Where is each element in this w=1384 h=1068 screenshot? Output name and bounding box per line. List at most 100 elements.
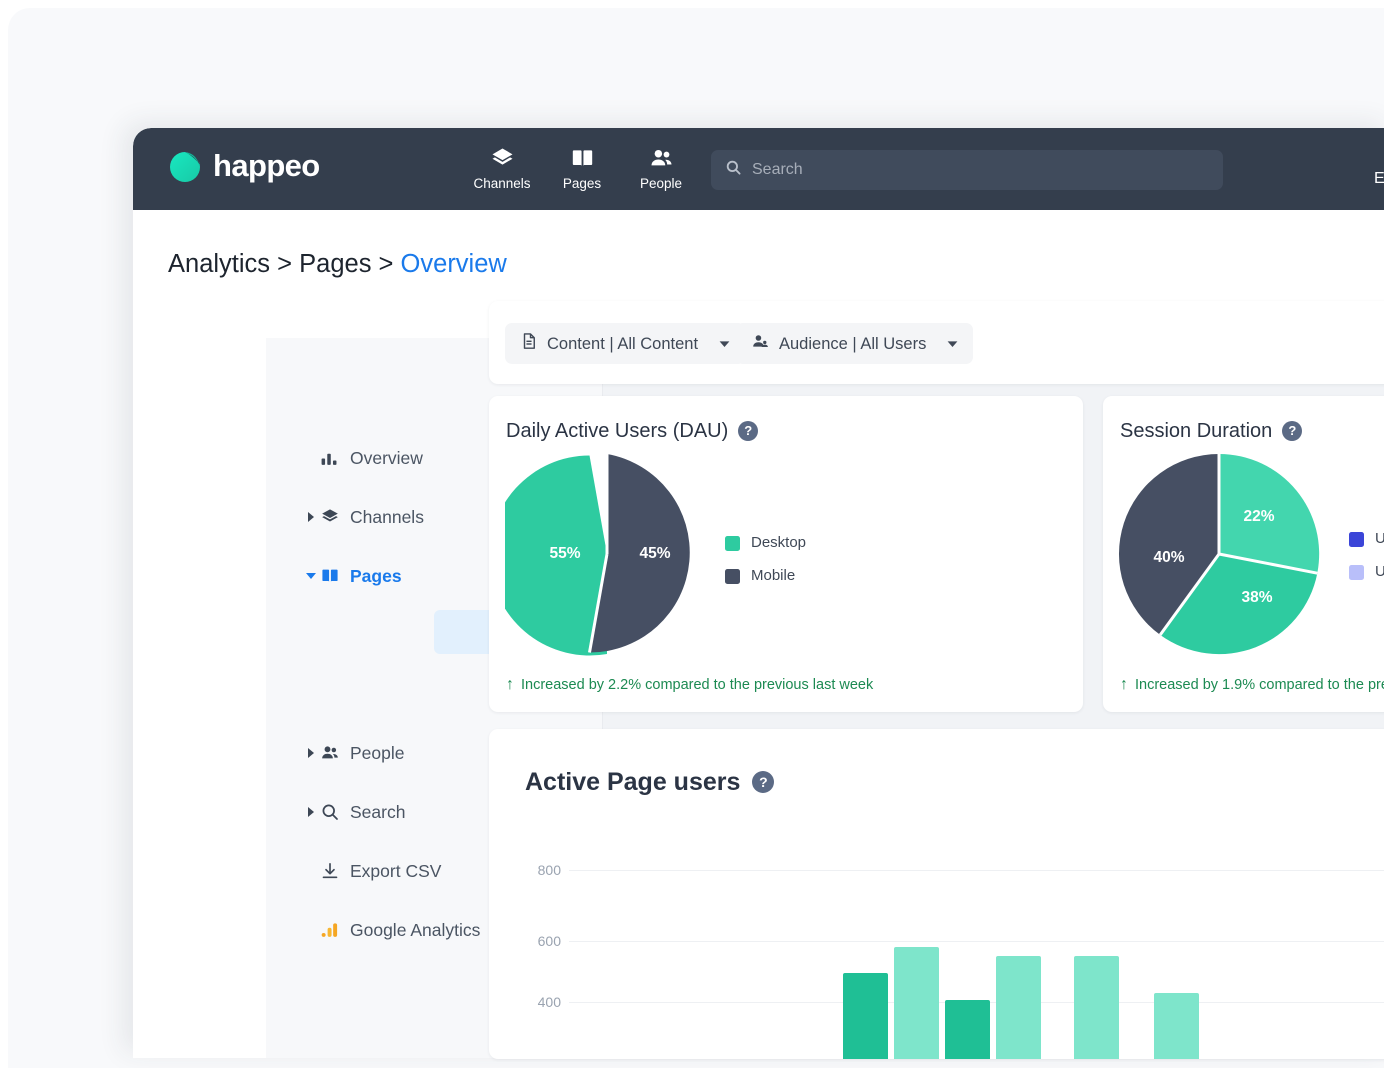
bar-1[interactable] (843, 973, 888, 1059)
help-icon[interactable]: ? (752, 771, 774, 793)
bar-4[interactable] (996, 956, 1041, 1059)
pie-slice-label-desktop: 55% (549, 545, 580, 563)
nav-item-people[interactable]: People (616, 146, 706, 191)
chevron-down-icon[interactable] (947, 335, 958, 353)
breadcrumb-separator: > (379, 250, 394, 278)
filter-audience-dropdown[interactable]: Audience | All Users (736, 323, 973, 364)
footnote-text: Increased by 1.9% compared to the prev (1135, 676, 1384, 694)
legend-swatch-desktop (725, 536, 740, 551)
card-title-text: Session Duration (1120, 418, 1272, 444)
brand-name: happeo (213, 149, 320, 183)
layers-icon (490, 146, 515, 171)
pie-chart-dau: 55% 45% (505, 452, 709, 656)
sidebar-item-label: Google Analytics (350, 919, 480, 941)
global-search[interactable] (711, 150, 1223, 190)
sidebar-item-label: Search (350, 801, 405, 823)
card-title-text: Active Page users (525, 767, 740, 797)
breadcrumb-separator: > (277, 250, 292, 278)
document-icon (520, 332, 538, 355)
y-axis-tick-600: 600 (525, 933, 561, 949)
sidebar-item-label: People (350, 742, 405, 764)
gridline-600 (569, 941, 1384, 942)
help-icon[interactable]: ? (738, 421, 758, 441)
bar-6[interactable] (1154, 993, 1199, 1059)
book-icon (570, 146, 595, 171)
nav-label: People (640, 176, 682, 191)
caret-down-icon[interactable] (302, 572, 320, 580)
caret-right-icon[interactable] (302, 512, 320, 522)
bar-3[interactable] (945, 1000, 990, 1059)
legend-swatch-1 (1349, 532, 1364, 547)
legend-label: Desktop (751, 534, 806, 552)
happeo-logo-icon (168, 149, 202, 183)
caret-right-icon[interactable] (302, 748, 320, 758)
pie-slice-label-22: 22% (1243, 508, 1274, 526)
legend-session: Use Use (1349, 530, 1384, 581)
card-header: Active Page users ? (525, 767, 774, 797)
legend-item[interactable]: Use (1349, 530, 1384, 548)
card-daily-active-users: Daily Active Users (DAU) ? 55% 45% Deskt… (489, 396, 1083, 712)
arrow-up-icon: ↑ (506, 676, 514, 694)
breadcrumb-item-analytics[interactable]: Analytics (168, 250, 270, 278)
filter-label: Content | All Content (547, 334, 698, 354)
breadcrumb-item-pages[interactable]: Pages (299, 250, 371, 278)
legend-item[interactable]: Desktop (725, 534, 806, 552)
legend-item[interactable]: Use (1349, 563, 1384, 581)
nav-label: Pages (563, 176, 601, 191)
nav-item-pages[interactable]: Pages (537, 146, 627, 191)
card-header: Session Duration ? (1120, 418, 1302, 444)
audience-icon (751, 332, 770, 356)
search-input[interactable] (752, 161, 1172, 179)
page-canvas: happeo Channels Pages (0, 0, 1384, 1040)
book-icon (320, 566, 350, 586)
y-axis-tick-400: 400 (525, 994, 561, 1010)
legend-swatch-mobile (725, 569, 740, 584)
nav-item-channels[interactable]: Channels (457, 146, 547, 191)
people-icon (320, 743, 350, 763)
card-header: Daily Active Users (DAU) ? (506, 418, 758, 444)
legend-dau: Desktop Mobile (725, 534, 806, 585)
legend-label: Mobile (751, 567, 795, 585)
bar-chart-icon (320, 449, 350, 468)
layers-icon (320, 507, 350, 527)
help-icon[interactable]: ? (1282, 421, 1302, 441)
filter-label: Audience | All Users (779, 334, 926, 354)
card-title-text: Daily Active Users (DAU) (506, 418, 728, 444)
card-active-page-users: Active Page users ? 800 600 400 (489, 729, 1384, 1059)
y-axis-tick-800: 800 (525, 862, 561, 878)
legend-label: Use (1375, 563, 1384, 581)
sidebar-item-label: Channels (350, 506, 424, 528)
filter-content-dropdown[interactable]: Content | All Content (505, 323, 745, 364)
search-icon (320, 802, 350, 822)
pie-slice-label-38: 38% (1241, 589, 1272, 607)
nav-label: Channels (473, 176, 530, 191)
pie-chart-session: 22% 38% 40% (1117, 452, 1321, 656)
chevron-down-icon[interactable] (719, 335, 730, 353)
card-footnote-dau: ↑ Increased by 2.2% compared to the prev… (506, 676, 873, 694)
topbar-cut-label: E (1374, 170, 1384, 188)
breadcrumb: Analytics > Pages > Overview (168, 248, 507, 280)
card-footnote-session: ↑ Increased by 1.9% compared to the prev (1120, 676, 1384, 694)
sidebar-item-label: Pages (350, 565, 402, 587)
brand-logo[interactable]: happeo (168, 149, 320, 183)
sidebar-item-label: Overview (350, 447, 423, 469)
legend-item[interactable]: Mobile (725, 567, 806, 585)
card-session-duration: Session Duration ? 22% 38% 40% Use (1103, 396, 1384, 712)
download-icon (320, 861, 350, 881)
legend-label: Use (1375, 530, 1384, 548)
google-analytics-icon (320, 921, 350, 940)
legend-swatch-2 (1349, 565, 1364, 580)
footnote-text: Increased by 2.2% compared to the previo… (521, 676, 873, 694)
search-icon (725, 159, 742, 181)
caret-right-icon[interactable] (302, 807, 320, 817)
people-icon (649, 146, 674, 171)
bar-5[interactable] (1074, 956, 1119, 1059)
bar-chart-plot: 800 600 400 (525, 847, 1384, 1059)
filter-bar: Content | All Content Audience | All Use… (489, 301, 1384, 384)
sidebar-item-label: Export CSV (350, 860, 441, 882)
pie-slice-label-mobile: 45% (639, 545, 670, 563)
bar-2[interactable] (894, 947, 939, 1059)
gridline-800 (569, 870, 1384, 871)
breadcrumb-item-overview[interactable]: Overview (401, 250, 507, 278)
pie-slice-label-40: 40% (1153, 549, 1184, 567)
